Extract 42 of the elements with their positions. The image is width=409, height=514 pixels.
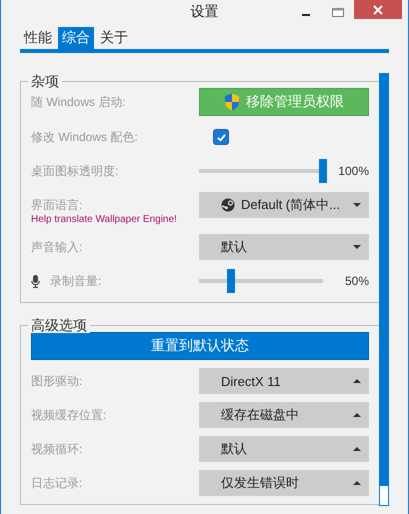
checkmark-icon (216, 132, 226, 142)
dropdown[interactable]: 仅发生错误时 (199, 470, 369, 496)
dropdown[interactable]: 默认 (199, 436, 369, 462)
translate-link[interactable]: Help translate Wallpaper Engine! (31, 214, 199, 226)
slider-value: 50% (344, 273, 369, 289)
tab[interactable]: 关于 (96, 27, 132, 49)
caret-icon (353, 413, 361, 417)
close-icon (373, 4, 383, 14)
tab[interactable]: 性能 (20, 27, 56, 49)
caret-icon (353, 481, 361, 485)
setting-label: 随 Windows 启动: (31, 94, 127, 111)
slider-thumb[interactable] (227, 269, 236, 293)
setting-label: 视频循环: (31, 441, 84, 458)
group-title: 高级选项 (28, 317, 90, 333)
caret-icon (353, 203, 361, 207)
slider-thumb[interactable] (319, 159, 327, 183)
reset-button[interactable]: 重置到默认状态 (31, 332, 369, 360)
dropdown[interactable]: Default (简体中... (199, 192, 369, 218)
dropdown[interactable]: 默认 (199, 234, 369, 260)
setting-label: 界面语言: (31, 197, 84, 214)
setting-label: 声音输入: (31, 239, 84, 256)
setting-label: 视频缓存位置: (31, 407, 108, 424)
setting-label: 修改 Windows 配色: (31, 129, 139, 146)
setting-label: 图形驱动: (31, 373, 84, 390)
setting-label: 桌面图标透明度: (31, 163, 120, 180)
scrollbar[interactable] (379, 73, 389, 506)
dropdown[interactable]: 缓存在磁盘中 (199, 402, 369, 428)
close-button[interactable] (354, 0, 402, 19)
checkbox[interactable] (213, 129, 229, 145)
maximize-icon[interactable] (332, 8, 344, 18)
caret-icon (353, 245, 361, 249)
group-title: 杂项 (28, 73, 62, 89)
setting-label: 录制音量: (50, 273, 102, 290)
slider-value: 100% (337, 163, 369, 179)
window-title: 设置 (190, 3, 220, 21)
caret-icon (353, 379, 361, 383)
dropdown[interactable]: DirectX 11 (199, 368, 369, 394)
shield-icon (224, 93, 240, 111)
setting-label: 日志记录: (31, 475, 84, 492)
scrollbar-thumb[interactable] (380, 74, 388, 486)
tab[interactable]: 综合 (58, 27, 94, 49)
caret-icon (353, 447, 361, 451)
